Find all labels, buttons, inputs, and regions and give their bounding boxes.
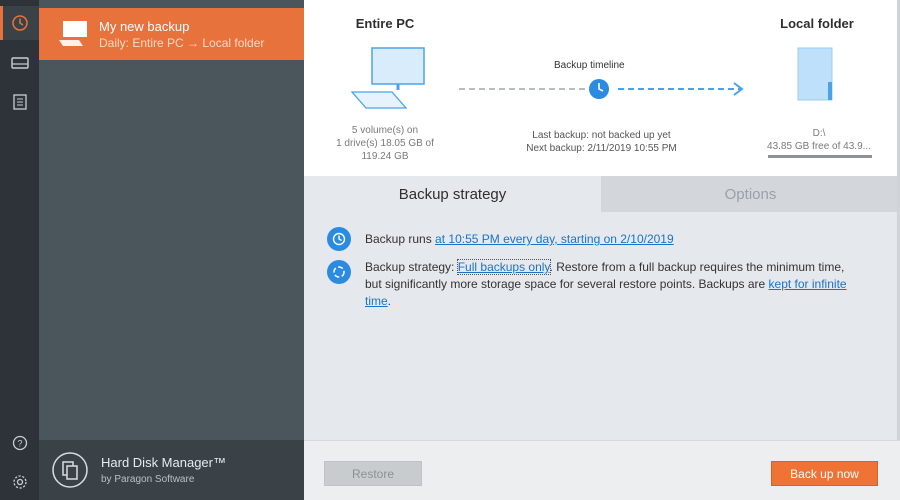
brand-footer: Hard Disk Manager™ by Paragon Software	[39, 440, 304, 500]
backup-summary: Entire PC 5 volume(s) on 1 drive(s) 18.0…	[304, 0, 900, 176]
settings-icon[interactable]	[0, 465, 39, 499]
source-info: 5 volume(s) on 1 drive(s) 18.05 GB of 11…	[336, 125, 434, 162]
timeline-label: Backup timeline	[554, 60, 625, 71]
destination-free: 43.85 GB free of 43.9...	[767, 141, 871, 152]
source-computer-icon	[348, 44, 428, 117]
destination-path: D:\	[812, 128, 826, 139]
backup-title: My new backup	[99, 19, 190, 34]
next-backup: Next backup: 2/11/2019 10:55 PM	[526, 143, 677, 154]
full-backups-link[interactable]: Full backups only	[456, 259, 551, 275]
strategy-cycle-icon	[327, 260, 351, 284]
schedule-text: Backup runs at 10:55 PM every day, start…	[365, 232, 674, 246]
destination-title: Local folder	[780, 16, 854, 31]
tab-options[interactable]: Options	[601, 176, 900, 212]
restore-button[interactable]: Restore	[324, 461, 422, 486]
strategy-text: Backup strategy: Full backups only. Rest…	[365, 259, 847, 308]
back-up-now-button[interactable]: Back up now	[771, 461, 878, 486]
backup-list-panel: My new backup Daily: Entire PC → Local f…	[39, 0, 304, 500]
destination-info: D:\ 43.85 GB free of 43.9...	[744, 127, 894, 153]
icon-rail: ?	[0, 0, 39, 500]
drive-icon[interactable]	[0, 46, 39, 80]
backup-list-item[interactable]: My new backup Daily: Entire PC → Local f…	[39, 8, 304, 60]
retention-link-cont[interactable]: time	[365, 294, 388, 308]
app-name: Hard Disk Manager™	[101, 455, 226, 470]
tab-backup-strategy[interactable]: Backup strategy	[304, 176, 601, 212]
action-footer: Restore Back up now	[304, 440, 900, 500]
app-logo-icon	[51, 451, 89, 492]
destination-usage-bar	[768, 155, 872, 158]
history-icon[interactable]	[0, 6, 39, 40]
app-vendor: by Paragon Software	[101, 474, 195, 485]
backup-subtitle: Daily: Entire PC → Local folder	[99, 36, 265, 50]
log-icon[interactable]	[0, 85, 39, 119]
source-title: Entire PC	[355, 16, 415, 31]
svg-text:?: ?	[17, 439, 22, 449]
timeline-clock-icon	[588, 78, 610, 103]
main-area: Entire PC 5 volume(s) on 1 drive(s) 18.0…	[304, 0, 900, 500]
timeline-info: Last backup: not backed up yet Next back…	[494, 129, 709, 155]
retention-link[interactable]: kept for infinite	[769, 277, 847, 291]
last-backup: Last backup: not backed up yet	[532, 130, 671, 141]
schedule-link[interactable]: at 10:55 PM every day, starting on 2/10/…	[435, 232, 674, 246]
schedule-clock-icon	[327, 227, 351, 251]
folder-icon	[794, 44, 838, 107]
computer-icon	[57, 18, 89, 53]
help-icon[interactable]: ?	[0, 426, 39, 460]
